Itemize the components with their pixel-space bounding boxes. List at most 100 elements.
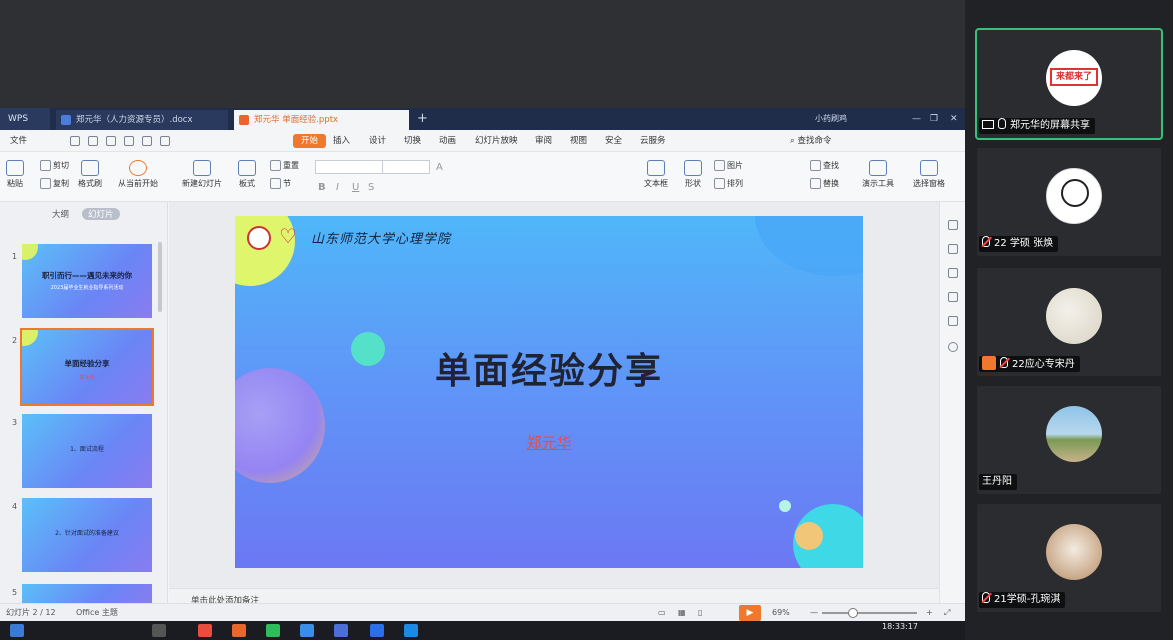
share-icon[interactable]: [948, 244, 958, 254]
zoom-out-icon[interactable]: —: [810, 604, 818, 622]
print-icon[interactable]: [106, 136, 116, 146]
search-command[interactable]: ⌕ 查找命令: [790, 130, 831, 152]
menu-design[interactable]: 设计: [369, 130, 386, 152]
thumbnail-scrollbar[interactable]: [158, 242, 162, 312]
slideshow-play-button[interactable]: ▶: [739, 605, 761, 621]
menu-security[interactable]: 安全: [605, 130, 622, 152]
design-tool-icon[interactable]: [948, 220, 958, 230]
menu-file[interactable]: 文件: [10, 130, 27, 152]
zoom-slider-handle[interactable]: [848, 608, 858, 618]
participant-tile[interactable]: 王丹阳: [977, 386, 1161, 494]
clock-time: 18:33:17: [882, 622, 918, 631]
menu-home[interactable]: 开始: [293, 134, 327, 148]
find-button[interactable]: 查找: [810, 160, 839, 171]
underline-icon[interactable]: U: [352, 182, 359, 193]
normal-view-icon[interactable]: ▭: [658, 604, 666, 622]
minimize-icon[interactable]: —: [912, 108, 921, 130]
current-slide[interactable]: ♡ 山东师范大学心理学院 单面经验分享 郑元华: [235, 216, 863, 568]
menu-view[interactable]: 视图: [570, 130, 587, 152]
zoom-level[interactable]: 69%: [772, 604, 790, 622]
reset-button[interactable]: 重置: [270, 160, 299, 171]
avatar-sticker: 来都来了: [1050, 68, 1098, 86]
participant-tile[interactable]: 21学硕-孔琬淇: [977, 504, 1161, 612]
deco-circle-orange: [795, 522, 823, 550]
zoom-slider[interactable]: [822, 612, 917, 614]
section-button[interactable]: 节: [270, 178, 291, 189]
italic-icon[interactable]: I: [336, 182, 339, 193]
new-tab-icon[interactable]: +: [417, 108, 428, 130]
taskbar-app-icon[interactable]: [404, 624, 418, 637]
play-icon: [129, 160, 147, 176]
participant-tile[interactable]: 来都来了 郑元华的屏幕共享: [975, 28, 1163, 140]
new-slide-button[interactable]: 新建幻灯片: [182, 160, 222, 189]
taskbar-app-icon[interactable]: [198, 624, 212, 637]
undo-icon[interactable]: [142, 136, 152, 146]
grow-font-icon[interactable]: A: [436, 162, 443, 173]
slide-thumbnail-3[interactable]: 1、面试流程: [22, 414, 152, 488]
shape-button[interactable]: 形状: [684, 160, 702, 189]
doc-tab-docx[interactable]: 郑元华（人力资源专员）.docx: [56, 110, 228, 130]
open-icon[interactable]: [70, 136, 80, 146]
taskbar-app-icon[interactable]: [334, 624, 348, 637]
zoom-in-icon[interactable]: +: [926, 604, 933, 622]
close-icon[interactable]: ✕: [950, 108, 958, 130]
menu-slideshow[interactable]: 幻灯片放映: [475, 130, 518, 152]
menu-animation[interactable]: 动画: [439, 130, 456, 152]
taskbar-app-icon[interactable]: [300, 624, 314, 637]
preview-icon[interactable]: [124, 136, 134, 146]
animation-icon[interactable]: [948, 292, 958, 302]
bold-icon[interactable]: B: [318, 182, 326, 193]
review-icon[interactable]: [948, 316, 958, 326]
system-clock[interactable]: 18:33:17: [882, 621, 918, 632]
show-tools-button[interactable]: 演示工具: [862, 160, 894, 189]
menu-cloud[interactable]: 云服务: [640, 130, 666, 152]
properties-icon[interactable]: [948, 268, 958, 278]
history-icon[interactable]: [948, 342, 958, 352]
select-pane-button[interactable]: 选择窗格: [913, 160, 945, 189]
participant-tile[interactable]: 22 学硕 张焕: [977, 148, 1161, 256]
slide-author[interactable]: 郑元华: [235, 432, 863, 453]
doc-tab-pptx[interactable]: 郑元华 单面经验.pptx: [234, 110, 409, 130]
new-slide-label: 新建幻灯片: [182, 179, 222, 188]
menu-insert[interactable]: 插入: [333, 130, 350, 152]
menu-transition[interactable]: 切换: [404, 130, 421, 152]
play-from-current-button[interactable]: 从当前开始: [118, 160, 158, 189]
save-icon[interactable]: [88, 136, 98, 146]
font-size-select[interactable]: [382, 160, 430, 174]
layout-button[interactable]: 板式: [238, 160, 256, 189]
meeting-taskbar-icon[interactable]: [370, 624, 384, 637]
format-painter-button[interactable]: 格式刷: [78, 160, 102, 189]
participant-label: 王丹阳: [979, 474, 1017, 490]
wps-taskbar-icon[interactable]: [232, 624, 246, 637]
arrange-button[interactable]: 排列: [714, 178, 743, 189]
picture-button[interactable]: 图片: [714, 160, 743, 171]
sorter-view-icon[interactable]: ▦: [678, 604, 686, 622]
slide-thumbnail-4[interactable]: 2、针对面试的准备建议: [22, 498, 152, 572]
wps-home-tab[interactable]: WPS: [0, 108, 50, 130]
fit-window-icon[interactable]: ⤢: [944, 604, 950, 622]
tab-slides[interactable]: 幻灯片: [82, 208, 120, 220]
copy-button[interactable]: 复制: [40, 178, 69, 189]
word-file-icon: [61, 115, 71, 125]
strikethrough-icon[interactable]: S: [368, 182, 374, 193]
thumb-number: 2: [12, 336, 18, 345]
tab-outline[interactable]: 大纲: [52, 208, 69, 220]
slide-thumbnail-1[interactable]: 职引而行——遇见未来的你 2023届毕业生就业指导系列活动: [22, 244, 152, 318]
participant-tile[interactable]: 22应心专宋丹: [977, 268, 1161, 376]
replace-button[interactable]: 替换: [810, 178, 839, 189]
taskbar-app-icon[interactable]: [152, 624, 166, 637]
wechat-taskbar-icon[interactable]: [266, 624, 280, 637]
redo-icon[interactable]: [160, 136, 170, 146]
slide-thumbnail-2[interactable]: 单面经验分享 郑元华: [20, 328, 154, 406]
slide-title[interactable]: 单面经验分享: [235, 342, 863, 394]
menu-review[interactable]: 审阅: [535, 130, 552, 152]
reading-view-icon[interactable]: ▯: [698, 604, 702, 622]
textbox-button[interactable]: 文本框: [644, 160, 668, 189]
start-icon[interactable]: [10, 624, 24, 637]
user-name[interactable]: 小药刷鸡: [815, 108, 847, 130]
paste-button[interactable]: 粘贴: [6, 160, 24, 189]
replace-icon: [810, 178, 821, 189]
participant-name: 21学硕-孔琬淇: [994, 594, 1061, 605]
restore-icon[interactable]: ❐: [930, 108, 938, 130]
cut-button[interactable]: 剪切: [40, 160, 69, 171]
